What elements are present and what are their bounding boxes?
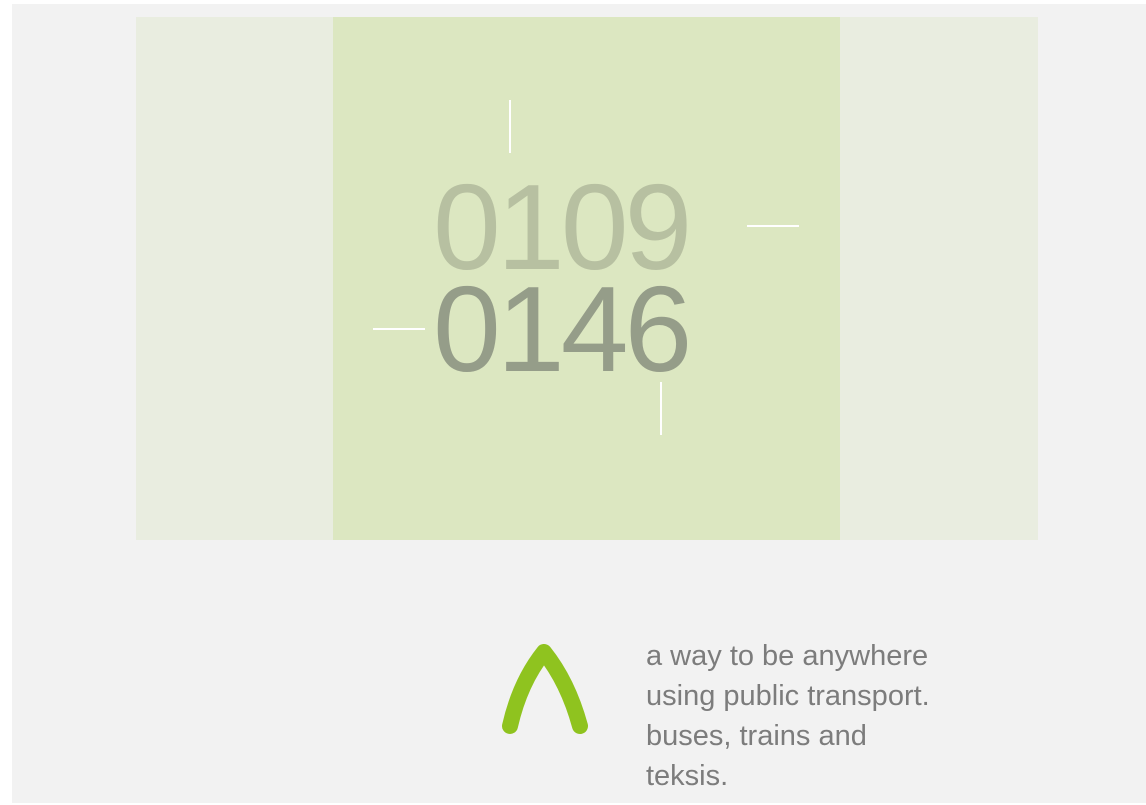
hero-banner: 0109 0146 — [136, 17, 1038, 540]
arrival-time: 0146 — [433, 261, 692, 397]
left-tick-mark — [373, 328, 425, 330]
tagline-line: teksis. — [646, 760, 729, 792]
caret-up-arch-icon — [502, 644, 588, 734]
time-panel: 0109 0146 — [333, 17, 840, 540]
tagline-line: a way to be anywhere — [646, 640, 929, 672]
tagline-line: using public transport. — [646, 680, 930, 712]
tagline-line: buses, trains and — [646, 720, 867, 752]
page: 0109 0146 a way to be anywhere using pub… — [12, 4, 1146, 803]
right-tick-mark — [747, 225, 799, 227]
tagline: a way to be anywhere using public transp… — [646, 636, 1026, 796]
top-tick-mark — [509, 100, 511, 153]
